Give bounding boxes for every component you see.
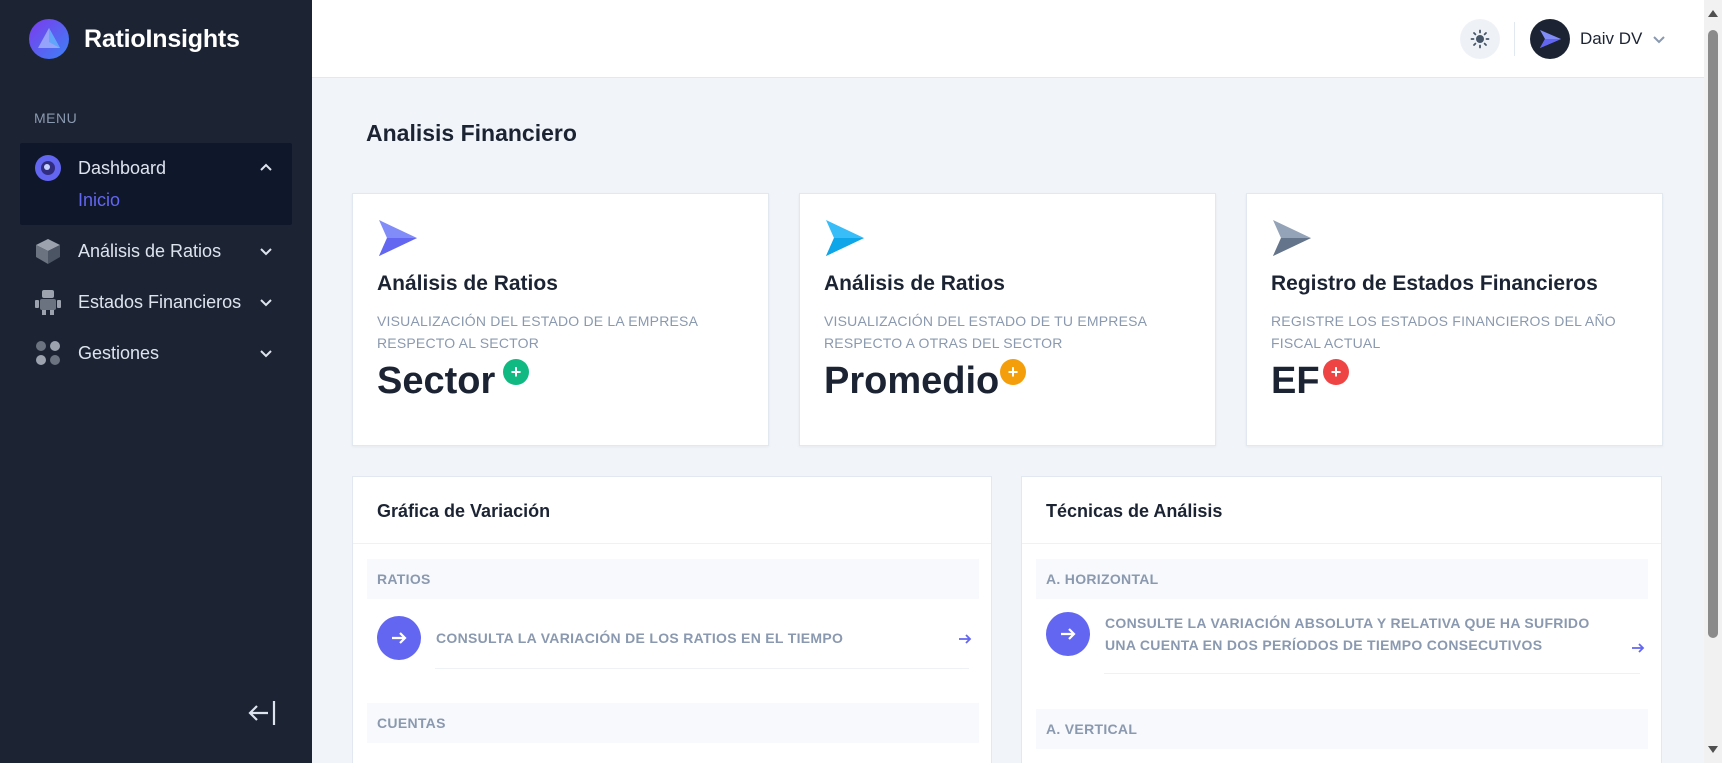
sidebar-item-dashboard[interactable]: Dashboard [34, 152, 284, 184]
page-scrollbar[interactable] [1704, 0, 1722, 763]
link-analisis-horizontal[interactable]: CONSULTE LA VARIACIÓN ABSOLUTA Y RELATIV… [1046, 612, 1646, 656]
sidebar-item-label: Estados Financieros [78, 291, 242, 312]
panel-title: Técnicas de Análisis [1022, 477, 1661, 544]
arrow-right-icon [1632, 643, 1645, 653]
divider [435, 668, 969, 669]
user-menu[interactable]: Daiv DV [1530, 19, 1666, 59]
card-value: EF [1271, 360, 1320, 402]
theme-toggle-button[interactable] [1460, 19, 1500, 59]
divider [1104, 673, 1640, 674]
cube-icon [34, 237, 62, 265]
section-a-vertical: A. VERTICAL [1036, 709, 1648, 749]
link-text: CONSULTE LA VARIACIÓN ABSOLUTA Y RELATIV… [1105, 615, 1590, 653]
section-ratios: RATIOS [367, 559, 979, 599]
sidebar: RatioInsights MENU Dashboard Inicio Anál… [0, 0, 312, 763]
sidebar-item-analisis-ratios[interactable]: Análisis de Ratios [34, 235, 284, 267]
card-title: Registro de Estados Financieros [1271, 272, 1598, 295]
card-title: Análisis de Ratios [824, 272, 1005, 295]
card-registro-ef[interactable]: Registro de Estados Financieros REGISTRE… [1246, 193, 1663, 446]
chevron-down-icon [260, 299, 272, 307]
robot-icon [34, 288, 62, 316]
page-title: Analisis Financiero [366, 120, 577, 146]
link-text: CONSULTA LA VARIACIÓN DE LOS RATIOS EN E… [436, 630, 844, 646]
chevron-down-icon [260, 350, 272, 358]
paper-plane-icon [379, 220, 417, 256]
sidebar-item-label: Análisis de Ratios [78, 240, 222, 261]
user-name: Daiv DV [1580, 29, 1643, 48]
card-description: REGISTRE LOS ESTADOS FINANCIEROS DEL AÑO… [1271, 313, 1616, 351]
sun-icon [1470, 29, 1490, 49]
brand-name: RatioInsights [84, 24, 240, 53]
card-title: Análisis de Ratios [377, 272, 558, 295]
card-analisis-sector[interactable]: Análisis de Ratios VISUALIZACIÓN DEL EST… [352, 193, 769, 446]
sidebar-item-label: Gestiones [78, 342, 160, 363]
card-analisis-promedio[interactable]: Análisis de Ratios VISUALIZACIÓN DEL EST… [799, 193, 1216, 446]
paper-plane-icon [1273, 220, 1311, 256]
paper-plane-icon [826, 220, 864, 256]
scroll-down-icon[interactable] [1708, 746, 1718, 753]
section-a-horizontal: A. HORIZONTAL [1036, 559, 1648, 599]
dashboard-icon [34, 154, 62, 182]
scroll-thumb[interactable] [1708, 30, 1718, 638]
brand-logo-icon [29, 19, 69, 59]
chevron-up-icon [260, 163, 272, 171]
sidebar-item-estados-financieros[interactable]: Estados Financieros [34, 286, 284, 318]
sidebar-subitem-inicio[interactable]: Inicio [78, 190, 120, 211]
dots-grid-icon [34, 339, 62, 367]
chevron-down-icon [260, 248, 272, 256]
section-cuentas: CUENTAS [367, 703, 979, 743]
card-value: Promedio [824, 360, 1000, 402]
panel-tecnicas-analisis: Técnicas de Análisis A. HORIZONTAL CONSU… [1021, 476, 1662, 763]
paper-plane-icon [1540, 30, 1561, 48]
link-variacion-ratios[interactable]: CONSULTA LA VARIACIÓN DE LOS RATIOS EN E… [377, 616, 972, 660]
chevron-down-icon [1653, 36, 1666, 44]
card-description: VISUALIZACIÓN DEL ESTADO DE TU EMPRESA R… [824, 313, 1147, 351]
avatar [1530, 19, 1570, 59]
arrow-right-circle-icon [1046, 612, 1090, 656]
add-badge[interactable]: + [1323, 359, 1349, 385]
scroll-up-icon[interactable] [1708, 10, 1718, 17]
arrow-right-circle-icon [377, 616, 421, 660]
arrow-right-icon [959, 634, 972, 644]
card-description: VISUALIZACIÓN DEL ESTADO DE LA EMPRESA R… [377, 313, 698, 351]
panel-title: Gráfica de Variación [353, 477, 991, 544]
brand[interactable]: RatioInsights [28, 18, 240, 60]
panel-grafica-variacion: Gráfica de Variación RATIOS CONSULTA LA … [352, 476, 992, 763]
top-header: Daiv DV [312, 0, 1704, 78]
sidebar-item-label: Dashboard [78, 157, 167, 178]
card-value: Sector [377, 360, 496, 402]
sidebar-item-gestiones[interactable]: Gestiones [34, 337, 284, 369]
header-divider [1514, 22, 1515, 56]
menu-label: MENU [34, 110, 78, 126]
add-badge[interactable]: + [503, 359, 529, 385]
add-badge[interactable]: + [1000, 359, 1026, 385]
collapse-sidebar-icon[interactable] [246, 698, 278, 728]
